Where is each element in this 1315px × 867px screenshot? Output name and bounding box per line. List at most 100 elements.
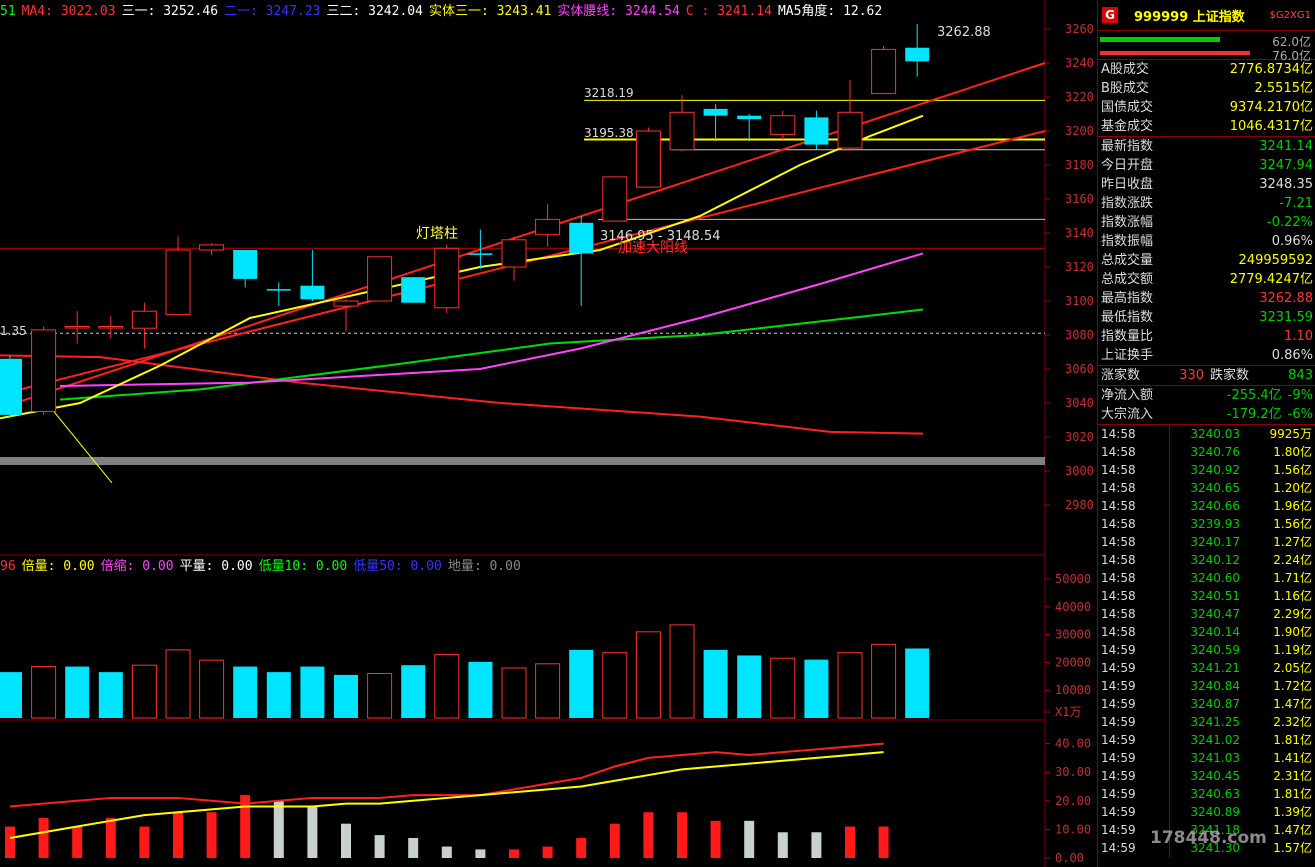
tick-row[interactable]: 14:58 3240.60 1.71亿 — [1098, 569, 1315, 587]
kline-chart[interactable]: 3260 3240 3220 3200 3180 3160 3140 3120 3100 3080… — [0, 0, 1097, 867]
osc-bar — [273, 800, 284, 858]
tick-row[interactable]: 14:58 3240.65 1.20亿 — [1098, 479, 1315, 497]
g-badge[interactable]: G — [1102, 7, 1118, 23]
tick-volume: 2.05亿 — [1273, 661, 1312, 675]
tick-row[interactable]: 14:58 3240.92 1.56亿 — [1098, 461, 1315, 479]
tick-time: 14:58 — [1098, 443, 1170, 461]
price-tick-label: 3040 — [1065, 396, 1094, 410]
stat-value: 9374.2170亿 — [1229, 100, 1313, 115]
tick-time: 14:58 — [1098, 425, 1170, 443]
candle-body — [131, 310, 157, 329]
chart-area[interactable]: 3260 3240 3220 3200 3180 3160 3140 3120 3100 3080… — [0, 0, 1097, 867]
tick-row[interactable]: 14:58 3240.12 2.24亿 — [1098, 551, 1315, 569]
stat-value: 0.86% — [1271, 348, 1313, 363]
tick-row[interactable]: 14:58 3240.66 1.96亿 — [1098, 497, 1315, 515]
stat-value: 2779.4247亿 — [1229, 272, 1313, 287]
tick-row[interactable]: 14:59 3241.21 2.05亿 — [1098, 659, 1315, 677]
osc-bar — [576, 837, 587, 858]
osc-bar — [643, 812, 654, 858]
osc-bar — [845, 826, 855, 858]
candle-body — [233, 250, 258, 279]
tick-volume: 1.20亿 — [1273, 481, 1312, 495]
osc-bar — [542, 846, 553, 858]
volume-bar — [98, 672, 123, 718]
trend-line — [0, 62, 1046, 410]
tick-price: 3240.87 — [1190, 697, 1240, 711]
tick-row[interactable]: 14:59 3241.03 1.41亿 — [1098, 749, 1315, 767]
price-tick-label: 3060 — [1065, 362, 1094, 376]
candle-body — [501, 239, 527, 268]
tick-row[interactable]: 14:59 3240.84 1.72亿 — [1098, 677, 1315, 695]
flow-value: -255.4亿 — [1226, 388, 1282, 403]
tick-row[interactable]: 14:59 3240.59 1.19亿 — [1098, 641, 1315, 659]
ma-green-line — [59, 308, 924, 401]
tick-volume: 1.19亿 — [1273, 643, 1312, 657]
stat-value: 3241.14 — [1259, 139, 1313, 154]
vol-label-0: 96 — [0, 559, 16, 574]
stat-row: 今日开盘 3247.94 — [1098, 156, 1315, 175]
ma-label-2: 三一: 3252.46 — [121, 4, 219, 19]
flow-row: 大宗流入 -179.2亿 -6% — [1098, 405, 1315, 424]
flow-pct: -6% — [1287, 407, 1313, 422]
candle-body — [31, 329, 57, 412]
ma-label-3: 二一: 3247.23 — [224, 4, 321, 19]
osc-bar — [777, 832, 788, 858]
tick-price: 3240.60 — [1190, 571, 1240, 585]
stat-row: 最新指数 3241.14 — [1098, 137, 1315, 156]
stat-label: 指数涨跌 — [1101, 196, 1154, 211]
osc-bar — [609, 823, 620, 858]
volume-bar — [635, 631, 661, 719]
tick-price: 3241.02 — [1190, 733, 1240, 747]
vol-tick-label: 50000 — [1055, 572, 1091, 586]
tick-time: 14:59 — [1098, 785, 1170, 803]
tick-row[interactable]: 14:58 3240.03 9925万 — [1098, 425, 1315, 443]
tick-row[interactable]: 14:58 3240.17 1.27亿 — [1098, 533, 1315, 551]
tick-row[interactable]: 14:59 3241.02 1.81亿 — [1098, 731, 1315, 749]
tick-row[interactable]: 14:58 3240.47 2.29亿 — [1098, 605, 1315, 623]
vol-label-2: 倍缩: 0.00 — [100, 559, 174, 574]
tick-time: 14:58 — [1098, 569, 1170, 587]
tick-volume: 2.29亿 — [1273, 607, 1312, 621]
volume-bar — [770, 657, 796, 719]
vol-label-6: 地量: 0.00 — [447, 559, 521, 574]
osc-bar — [408, 837, 419, 858]
tick-volume: 1.81亿 — [1273, 787, 1312, 801]
stat-row: 指数涨幅 -0.22% — [1098, 213, 1315, 232]
stat-label: A股成交 — [1101, 62, 1149, 77]
volume-bar — [401, 665, 426, 718]
vol-tick-label: 30000 — [1055, 628, 1091, 642]
candle-body — [98, 326, 124, 329]
volume-bar — [233, 666, 258, 718]
volume-bar — [266, 672, 291, 718]
tick-row[interactable]: 14:59 3240.63 1.81亿 — [1098, 785, 1315, 803]
stat-value: 1.10 — [1284, 329, 1313, 344]
osc-tick-label: 20.00 — [1055, 794, 1091, 808]
tick-row[interactable]: 14:59 3240.45 2.31亿 — [1098, 767, 1315, 785]
tick-volume: 1.16亿 — [1273, 589, 1312, 603]
level2-annotation: 3195.38 — [584, 126, 634, 140]
tick-price: 3241.21 — [1190, 661, 1240, 675]
volume-bar — [905, 648, 930, 718]
candle-body — [669, 111, 695, 151]
stat-label: 指数涨幅 — [1101, 215, 1154, 230]
tick-time: 14:59 — [1098, 659, 1170, 677]
tick-row[interactable]: 14:59 3240.89 1.39亿 — [1098, 803, 1315, 821]
tick-row[interactable]: 14:58 3240.14 1.90亿 — [1098, 623, 1315, 641]
tick-row[interactable]: 14:58 3240.51 1.16亿 — [1098, 587, 1315, 605]
accel-annotation: 加速大阳线 — [618, 240, 688, 256]
tick-row[interactable]: 14:59 3240.87 1.47亿 — [1098, 695, 1315, 713]
stat-label: 指数振幅 — [1101, 234, 1154, 249]
volume-bar — [501, 667, 527, 719]
tick-price: 3240.63 — [1190, 787, 1240, 801]
tick-row[interactable]: 14:58 3240.76 1.80亿 — [1098, 443, 1315, 461]
up-count-label: 涨家数 — [1101, 368, 1141, 383]
index-name: 999999 上证指数 — [1134, 9, 1245, 25]
stat-row: 国债成交 9374.2170亿 — [1098, 98, 1315, 117]
osc-bar — [509, 849, 519, 858]
tick-row[interactable]: 14:58 3239.93 1.56亿 — [1098, 515, 1315, 533]
candle-body — [333, 300, 359, 307]
volume-bar — [65, 666, 90, 718]
tick-row[interactable]: 14:59 3241.25 2.32亿 — [1098, 713, 1315, 731]
stat-value: 3262.88 — [1259, 291, 1313, 306]
tick-list[interactable]: 14:58 3240.03 9925万 14:58 3240.76 1.80亿 14:58 3… — [1098, 425, 1315, 857]
